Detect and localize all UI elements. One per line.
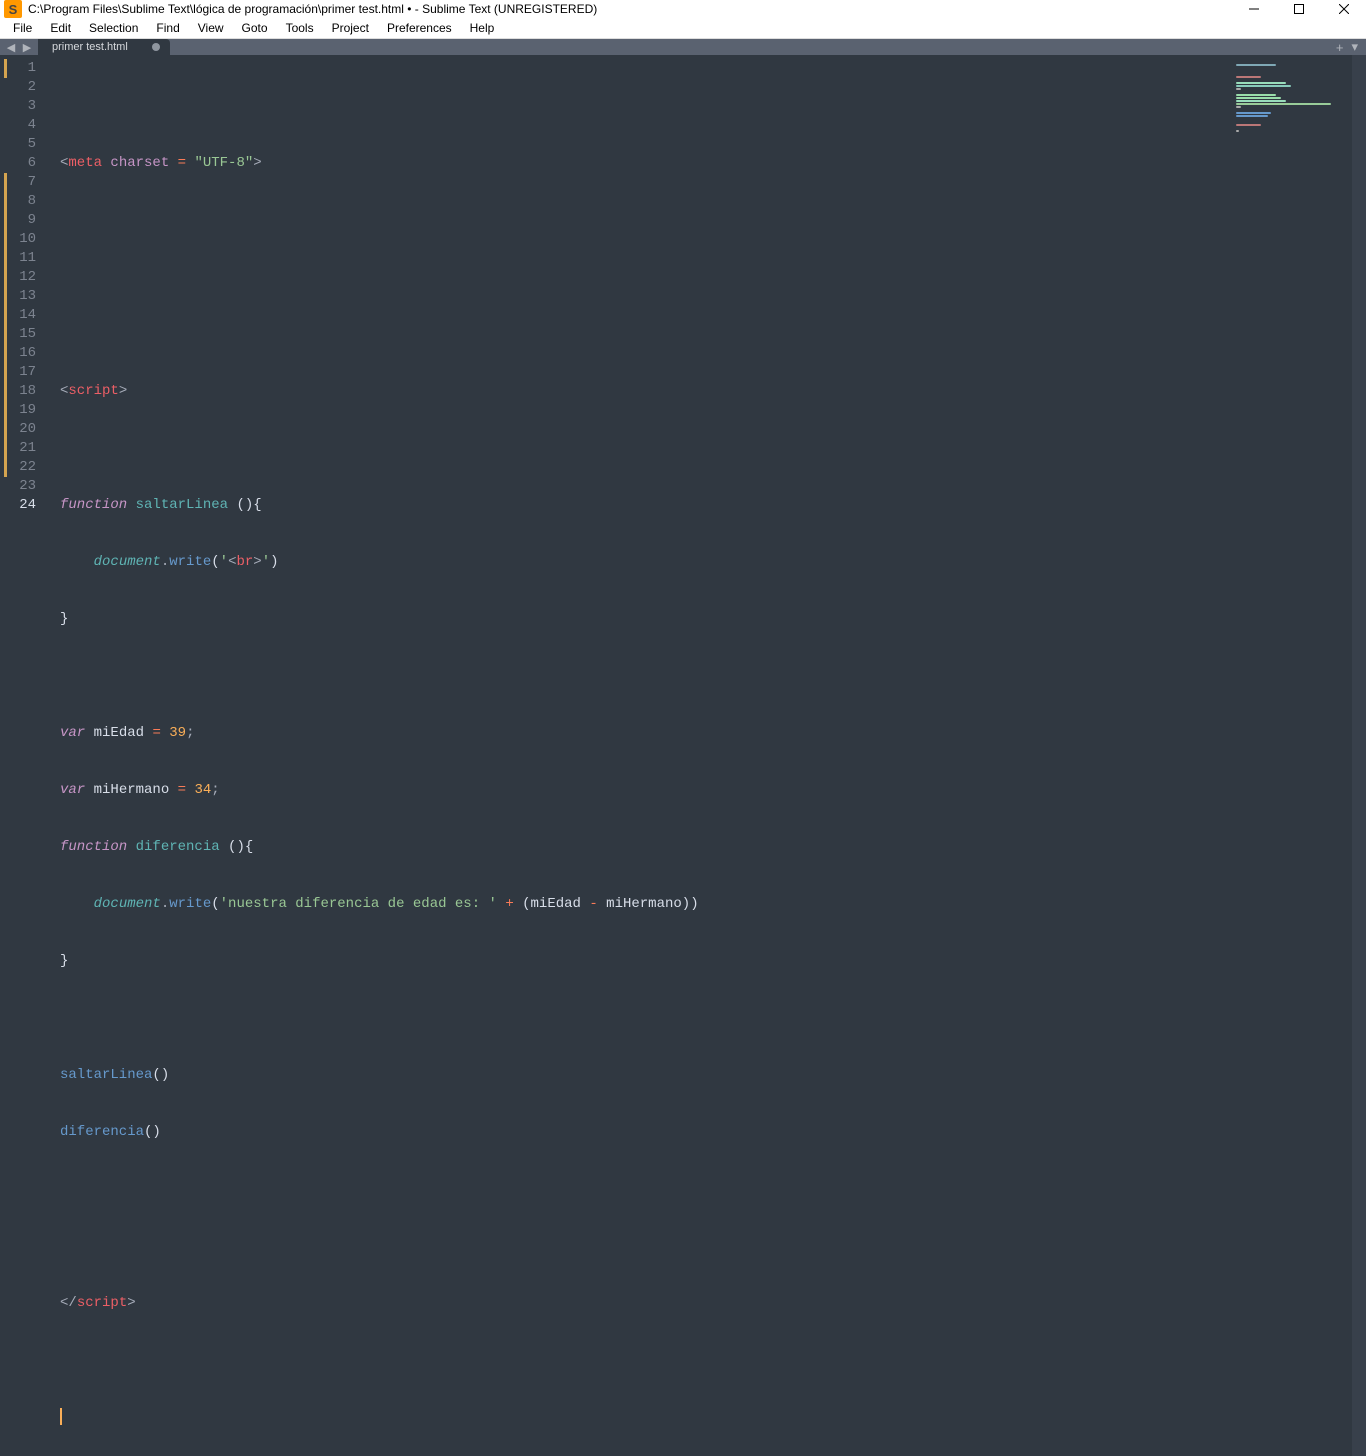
line-number: 6 xyxy=(0,154,36,173)
minimap-line xyxy=(1236,64,1276,66)
maximize-button[interactable] xyxy=(1276,0,1321,18)
menu-view[interactable]: View xyxy=(189,18,233,38)
code-line: } xyxy=(60,610,1232,629)
modified-indicator xyxy=(4,173,7,477)
tab-dirty-icon xyxy=(152,43,160,51)
line-number: 2 xyxy=(0,78,36,97)
tab-dropdown-icon[interactable]: ▾ xyxy=(1351,39,1358,55)
gutter: 123456789101112131415161718192021222324 xyxy=(0,55,48,1456)
code-line xyxy=(60,1237,1232,1256)
minimap-line xyxy=(1236,100,1286,102)
code-line: function diferencia (){ xyxy=(60,838,1232,857)
line-number: 24 xyxy=(0,496,36,515)
tab-active[interactable]: primer test.html xyxy=(38,39,170,55)
cursor xyxy=(60,1408,62,1425)
code-line xyxy=(60,439,1232,458)
nav-forward-icon[interactable]: ▶ xyxy=(20,40,34,54)
code-line xyxy=(60,1408,1232,1427)
titlebar: S C:\Program Files\Sublime Text\lógica d… xyxy=(0,0,1366,18)
minimap-line xyxy=(1236,76,1261,78)
code-line: diferencia() xyxy=(60,1123,1232,1142)
code-line xyxy=(60,268,1232,287)
menubar: File Edit Selection Find View Goto Tools… xyxy=(0,18,1366,39)
code-line: function saltarLinea (){ xyxy=(60,496,1232,515)
code-line xyxy=(60,97,1232,116)
code-line: </script> xyxy=(60,1294,1232,1313)
minimize-button[interactable] xyxy=(1231,0,1276,18)
code-line xyxy=(60,325,1232,344)
minimap-line xyxy=(1236,106,1241,108)
code-line xyxy=(60,667,1232,686)
minimap-line xyxy=(1236,130,1239,132)
code-line: <meta charset = "UTF-8"> xyxy=(60,154,1232,173)
menu-tools[interactable]: Tools xyxy=(277,18,323,38)
minimap-line xyxy=(1236,82,1286,84)
code-line: document.write('nuestra diferencia de ed… xyxy=(60,895,1232,914)
new-tab-icon[interactable]: + xyxy=(1336,40,1344,55)
nav-buttons: ◀ ▶ xyxy=(0,39,38,55)
minimap-line xyxy=(1236,124,1261,126)
scrollbar[interactable] xyxy=(1352,55,1366,1456)
menu-edit[interactable]: Edit xyxy=(41,18,80,38)
menu-help[interactable]: Help xyxy=(461,18,504,38)
line-number: 4 xyxy=(0,116,36,135)
editor[interactable]: 123456789101112131415161718192021222324 … xyxy=(0,55,1366,1456)
code-area[interactable]: <meta charset = "UTF-8"> <script> functi… xyxy=(48,55,1232,1456)
code-line: <script> xyxy=(60,382,1232,401)
code-line: var miEdad = 39; xyxy=(60,724,1232,743)
tabbar: ◀ ▶ primer test.html + ▾ xyxy=(0,39,1366,55)
tab-label: primer test.html xyxy=(52,41,128,53)
close-button[interactable] xyxy=(1321,0,1366,18)
line-number: 5 xyxy=(0,135,36,154)
minimap[interactable] xyxy=(1232,55,1352,1456)
minimap-line xyxy=(1236,94,1276,96)
minimap-line xyxy=(1236,112,1271,114)
minimap-line xyxy=(1236,115,1268,117)
menu-project[interactable]: Project xyxy=(323,18,378,38)
code-line xyxy=(60,1351,1232,1370)
code-line: document.write('<br>') xyxy=(60,553,1232,572)
menu-goto[interactable]: Goto xyxy=(233,18,277,38)
line-number: 3 xyxy=(0,97,36,116)
minimap-line xyxy=(1236,85,1291,87)
window-controls xyxy=(1231,0,1366,18)
line-number: 23 xyxy=(0,477,36,496)
code-line: var miHermano = 34; xyxy=(60,781,1232,800)
code-line xyxy=(60,1180,1232,1199)
menu-file[interactable]: File xyxy=(4,18,41,38)
minimap-line xyxy=(1236,97,1281,99)
code-line xyxy=(60,211,1232,230)
code-line xyxy=(60,1009,1232,1028)
menu-selection[interactable]: Selection xyxy=(80,18,147,38)
window-title: C:\Program Files\Sublime Text\lógica de … xyxy=(28,2,1231,16)
nav-back-icon[interactable]: ◀ xyxy=(4,40,18,54)
code-line: } xyxy=(60,952,1232,971)
menu-find[interactable]: Find xyxy=(147,18,188,38)
menu-preferences[interactable]: Preferences xyxy=(378,18,461,38)
modified-indicator xyxy=(4,59,7,78)
app-icon: S xyxy=(4,0,22,18)
minimap-line xyxy=(1236,103,1331,105)
code-line: saltarLinea() xyxy=(60,1066,1232,1085)
tabbar-actions: + ▾ xyxy=(1328,39,1366,55)
tabbar-spacer xyxy=(170,39,1328,55)
minimap-line xyxy=(1236,88,1241,90)
